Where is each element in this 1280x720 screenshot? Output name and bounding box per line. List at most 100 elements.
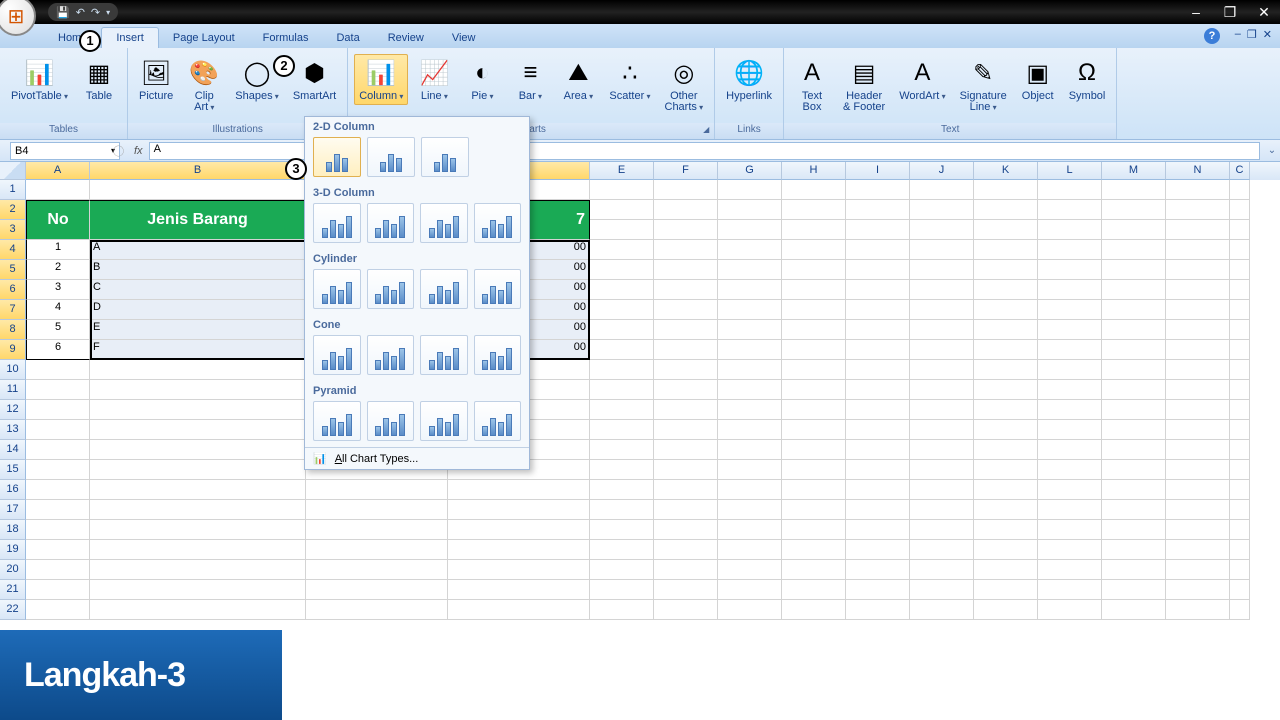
help-icon[interactable]: ? [1204,28,1220,44]
cell[interactable] [974,380,1038,400]
cell[interactable] [26,440,90,460]
cell[interactable] [90,560,306,580]
cell[interactable] [1038,340,1102,360]
cell[interactable] [590,580,654,600]
tab-review[interactable]: Review [374,28,438,48]
cell[interactable]: 4 [26,300,90,320]
cell[interactable] [974,480,1038,500]
cell[interactable] [1038,600,1102,620]
cell[interactable] [1102,280,1166,300]
cell[interactable] [974,400,1038,420]
cell[interactable] [1038,360,1102,380]
cell[interactable] [1102,180,1166,200]
row-header[interactable]: 10 [0,360,26,380]
cell[interactable] [910,520,974,540]
chart-type-option[interactable] [313,137,361,177]
cell[interactable] [782,600,846,620]
col-header-A[interactable]: A [26,162,90,180]
cell[interactable] [306,580,448,600]
chart-type-option[interactable] [420,203,468,243]
cell[interactable] [26,420,90,440]
col-header-E[interactable]: E [590,162,654,180]
cell[interactable] [26,380,90,400]
chart-type-option[interactable] [474,269,522,309]
cell[interactable] [1230,180,1250,200]
col-header-I[interactable]: I [846,162,910,180]
cell[interactable] [654,420,718,440]
cell[interactable] [590,460,654,480]
cell[interactable] [590,340,654,360]
tab-view[interactable]: View [438,28,490,48]
cell[interactable]: 1 [26,240,90,260]
cell[interactable] [590,300,654,320]
cell[interactable] [782,460,846,480]
cell[interactable] [1166,380,1230,400]
undo-icon[interactable]: ↶ [76,6,85,19]
cell[interactable] [1230,380,1250,400]
cell[interactable] [1102,600,1166,620]
col-header-H[interactable]: H [782,162,846,180]
cell[interactable] [1230,480,1250,500]
smartart-button[interactable]: ⬢SmartArt [288,54,341,105]
cell[interactable] [1166,500,1230,520]
line-button[interactable]: 📈Line [412,54,456,105]
cell[interactable] [1166,340,1230,360]
area-button[interactable]: ⛰Area [556,54,600,105]
cell[interactable] [1166,220,1230,240]
cell[interactable] [910,360,974,380]
cell[interactable] [1166,260,1230,280]
scatter-button[interactable]: ∴Scatter [604,54,655,105]
col-header-M[interactable]: M [1102,162,1166,180]
pie-button[interactable]: ◐Pie [460,54,504,105]
maximize-button[interactable]: ❐ [1220,4,1240,21]
cell[interactable] [974,260,1038,280]
cell[interactable] [718,400,782,420]
cell[interactable] [26,360,90,380]
cell[interactable]: C [90,280,306,300]
cell[interactable] [26,400,90,420]
pivottable-button[interactable]: 📊PivotTable [6,54,73,105]
cell[interactable] [1230,340,1250,360]
col-header-C[interactable]: C [1230,162,1250,180]
cell[interactable] [590,220,654,240]
cell[interactable] [90,360,306,380]
cell[interactable] [1230,420,1250,440]
cell[interactable] [1166,520,1230,540]
cell[interactable] [1230,600,1250,620]
cell[interactable] [448,580,590,600]
cell[interactable] [1230,260,1250,280]
row-header[interactable]: 11 [0,380,26,400]
cell[interactable] [782,240,846,260]
cell[interactable] [654,200,718,220]
cell[interactable] [782,340,846,360]
row-header[interactable]: 4 [0,240,26,260]
row-header[interactable]: 22 [0,600,26,620]
cell[interactable] [974,200,1038,220]
tab-data[interactable]: Data [322,28,373,48]
cell[interactable] [910,300,974,320]
chart-type-option[interactable] [474,335,522,375]
cell[interactable] [974,220,1038,240]
cell[interactable] [448,600,590,620]
cell[interactable] [974,520,1038,540]
cell[interactable] [1230,400,1250,420]
cell[interactable] [718,500,782,520]
cell[interactable] [1102,500,1166,520]
cell[interactable] [910,260,974,280]
cell[interactable] [1230,320,1250,340]
cell[interactable]: 3 [26,280,90,300]
cell[interactable] [846,260,910,280]
chart-type-option[interactable] [367,401,415,441]
cell[interactable] [1166,360,1230,380]
cell[interactable] [1102,220,1166,240]
cell[interactable] [910,600,974,620]
row-header[interactable]: 21 [0,580,26,600]
cell[interactable]: B [90,260,306,280]
cell[interactable] [448,480,590,500]
cell[interactable] [782,560,846,580]
restore-window-icon[interactable]: ❐ [1247,28,1257,41]
close-button[interactable]: ✕ [1254,4,1274,21]
cell[interactable] [590,600,654,620]
cell[interactable] [1038,220,1102,240]
cell[interactable] [718,220,782,240]
